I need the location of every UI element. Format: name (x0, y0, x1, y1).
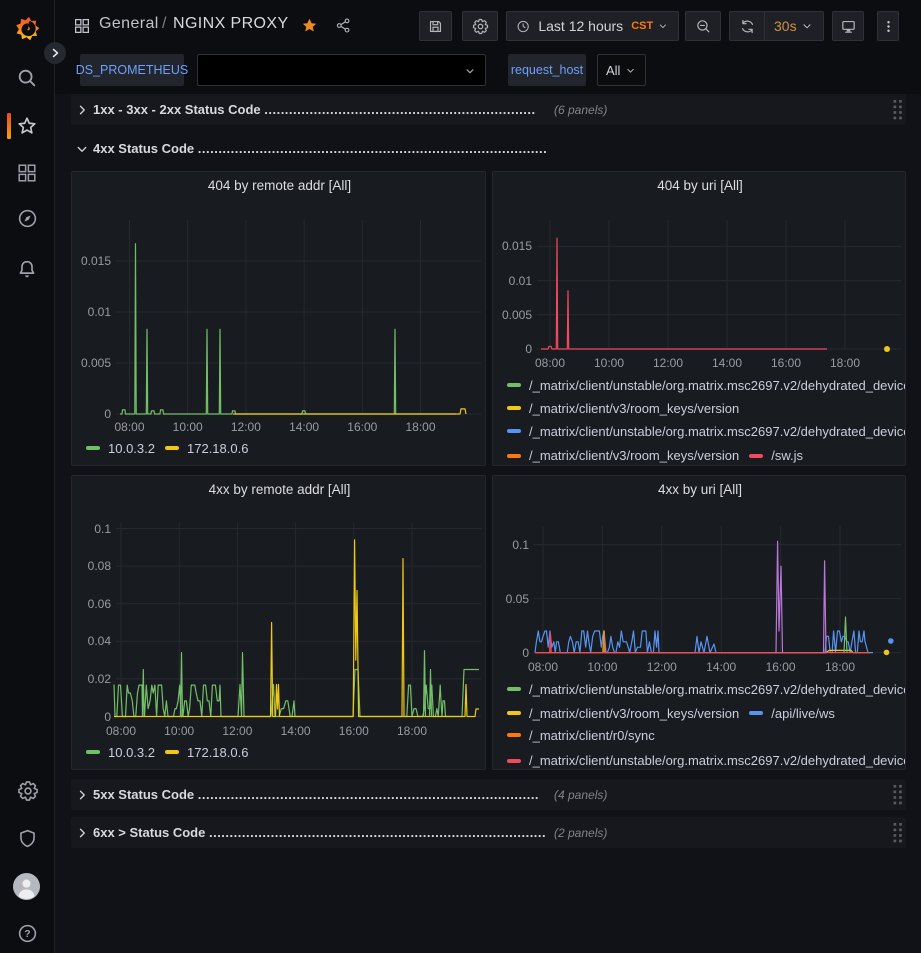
svg-text:?: ? (24, 928, 30, 940)
